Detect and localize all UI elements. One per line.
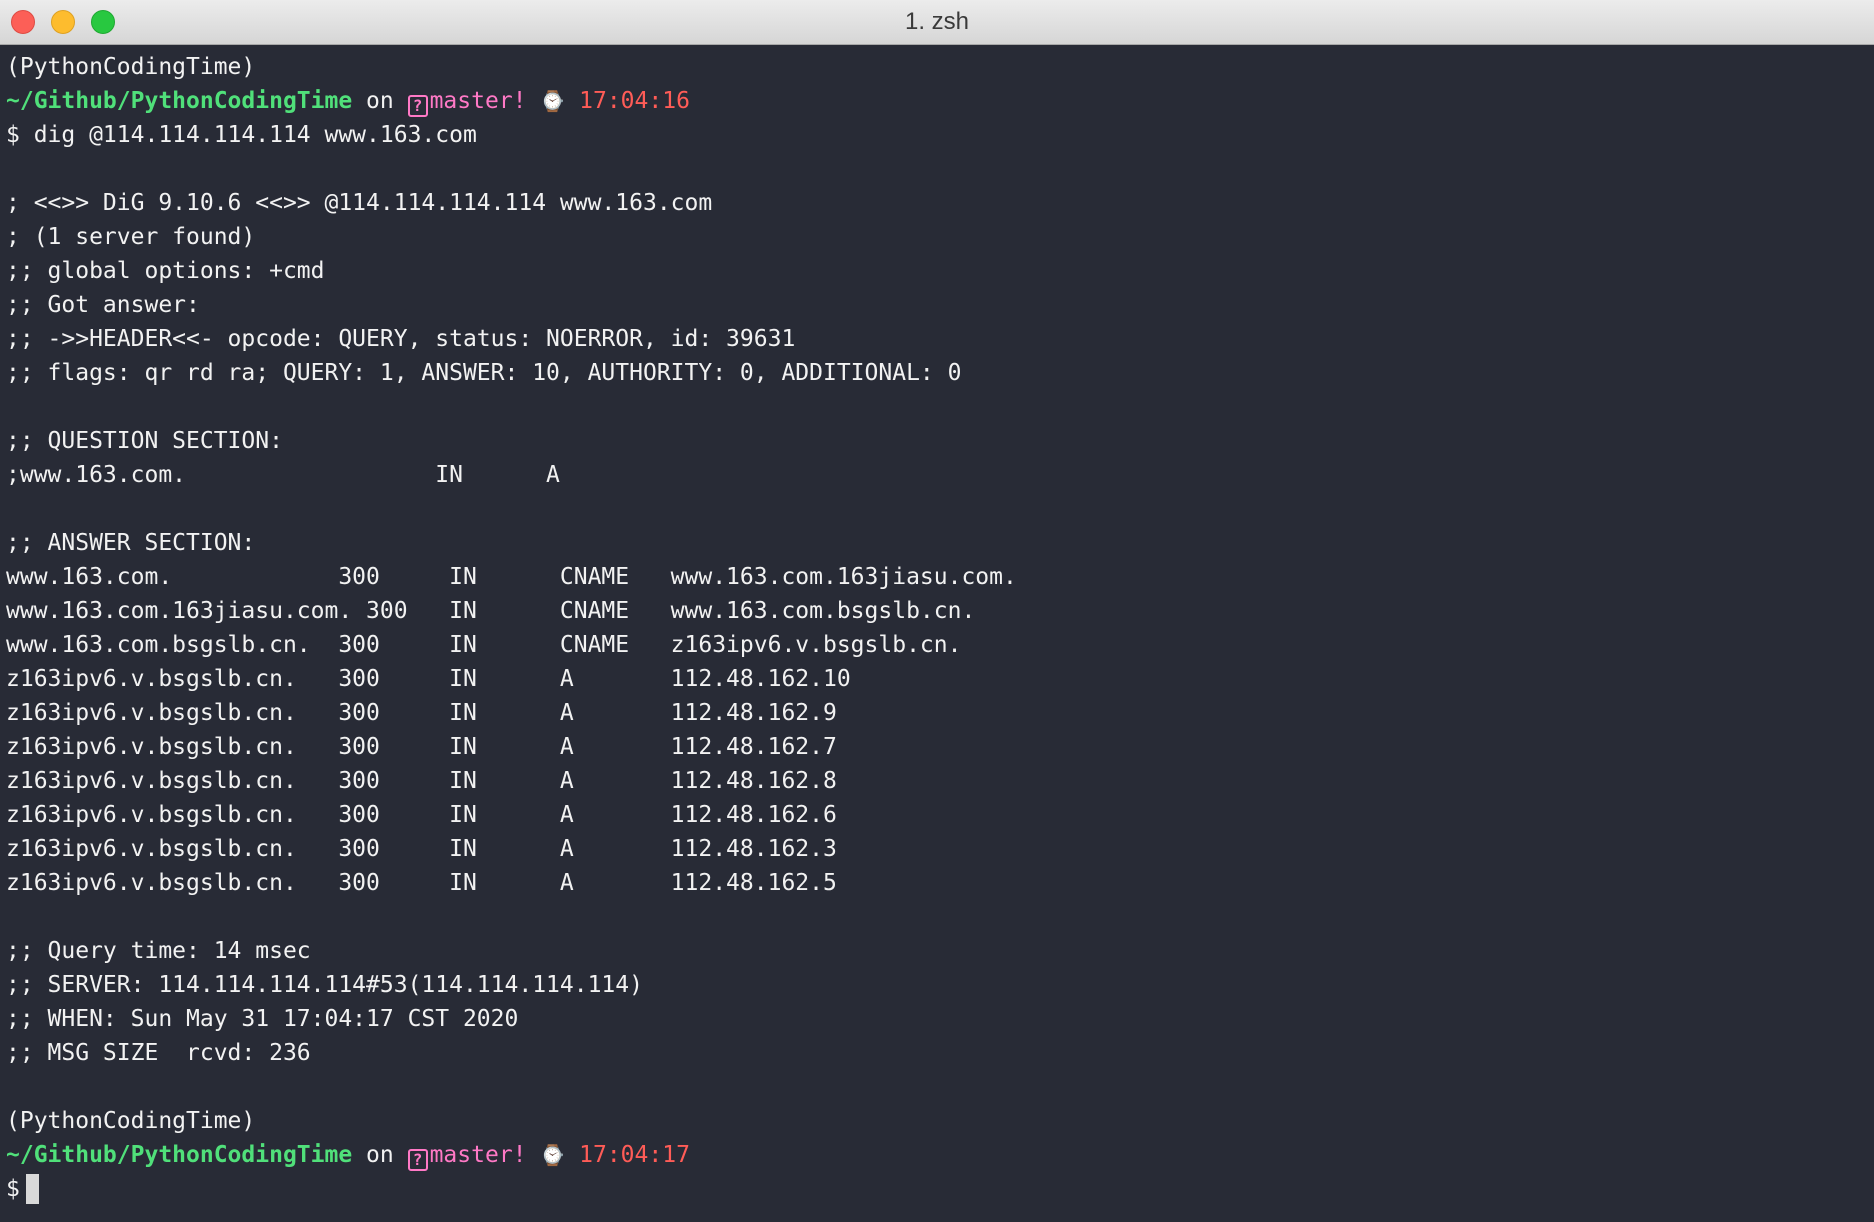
output-line: z163ipv6.v.bsgslb.cn. 300 IN A 112.48.16… bbox=[6, 666, 851, 692]
output-line: z163ipv6.v.bsgslb.cn. 300 IN A 112.48.16… bbox=[6, 768, 837, 794]
output-line: ; <<>> DiG 9.10.6 <<>> @114.114.114.114 … bbox=[6, 190, 713, 216]
output-line: ;; Query time: 14 msec bbox=[6, 938, 311, 964]
git-branch: master! bbox=[429, 88, 527, 114]
output-line: ;; WHEN: Sun May 31 17:04:17 CST 2020 bbox=[6, 1006, 519, 1032]
output-line: www.163.com.163jiasu.com. 300 IN CNAME w… bbox=[6, 598, 976, 624]
prompt-env: (PythonCodingTime) bbox=[6, 54, 256, 80]
prompt-time: 17:04:16 bbox=[579, 88, 690, 114]
prompt-time: 17:04:17 bbox=[579, 1142, 690, 1168]
output-line: z163ipv6.v.bsgslb.cn. 300 IN A 112.48.16… bbox=[6, 734, 837, 760]
git-status-icon: ? bbox=[407, 1149, 428, 1171]
output-line: z163ipv6.v.bsgslb.cn. 300 IN A 112.48.16… bbox=[6, 836, 837, 862]
prompt-line: ~/Github/PythonCodingTime on ? master! ⌚ … bbox=[6, 84, 1874, 118]
output-line: ;; ->>HEADER<<- opcode: QUERY, status: N… bbox=[6, 326, 796, 352]
git-branch: master! bbox=[429, 1142, 527, 1168]
prompt-line: ~/Github/PythonCodingTime on ? master! ⌚ … bbox=[6, 1138, 1874, 1172]
command-line: $ dig @114.114.114.114 www.163.com bbox=[6, 122, 477, 148]
clock-icon: ⌚ bbox=[540, 1143, 566, 1167]
prompt-path: ~/Github/PythonCodingTime bbox=[6, 1142, 353, 1168]
output-line: ;; flags: qr rd ra; QUERY: 1, ANSWER: 10… bbox=[6, 360, 962, 386]
prompt-on: on bbox=[352, 1142, 408, 1168]
terminal-content[interactable]: (PythonCodingTime) ~/Github/PythonCoding… bbox=[6, 50, 1874, 1222]
prompt-on: on bbox=[352, 88, 408, 114]
output-line: z163ipv6.v.bsgslb.cn. 300 IN A 112.48.16… bbox=[6, 700, 837, 726]
output-line: ;; ANSWER SECTION: bbox=[6, 530, 256, 556]
output-line: www.163.com. 300 IN CNAME www.163.com.16… bbox=[6, 564, 1017, 590]
output-line: ;; Got answer: bbox=[6, 292, 200, 318]
prompt-path: ~/Github/PythonCodingTime bbox=[6, 88, 353, 114]
output-line: ;; QUESTION SECTION: bbox=[6, 428, 283, 454]
text-cursor bbox=[25, 1174, 39, 1204]
input-line[interactable]: $ bbox=[6, 1172, 1874, 1206]
output-line: ;; SERVER: 114.114.114.114#53(114.114.11… bbox=[6, 972, 643, 998]
output-line: z163ipv6.v.bsgslb.cn. 300 IN A 112.48.16… bbox=[6, 802, 837, 828]
terminal-window: 1. zsh (PythonCodingTime) ~/Github/Pytho… bbox=[0, 0, 1874, 1222]
output-line: z163ipv6.v.bsgslb.cn. 300 IN A 112.48.16… bbox=[6, 870, 837, 896]
output-line: ;; MSG SIZE rcvd: 236 bbox=[6, 1040, 311, 1066]
git-status-icon: ? bbox=[407, 95, 428, 117]
window-title: 1. zsh bbox=[904, 8, 970, 35]
title-bar[interactable]: 1. zsh bbox=[0, 0, 1874, 45]
output-line: ;www.163.com. IN A bbox=[6, 462, 560, 488]
output-line: www.163.com.bsgslb.cn. 300 IN CNAME z163… bbox=[6, 632, 962, 658]
clock-icon: ⌚ bbox=[540, 89, 566, 113]
output-line: ; (1 server found) bbox=[6, 224, 256, 250]
prompt-symbol: $ bbox=[6, 1176, 20, 1202]
prompt-env: (PythonCodingTime) bbox=[6, 1108, 256, 1134]
output-line: ;; global options: +cmd bbox=[6, 258, 325, 284]
